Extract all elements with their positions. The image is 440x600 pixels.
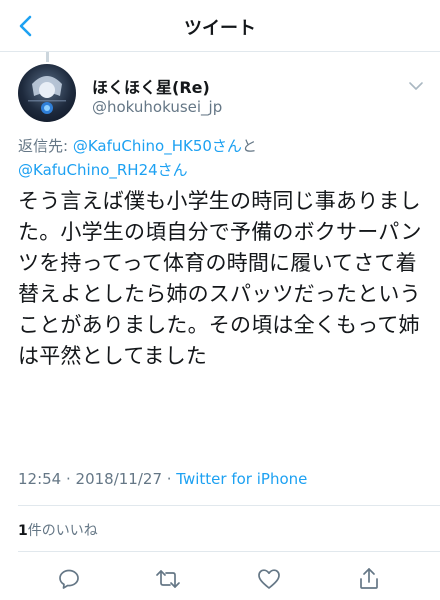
display-name[interactable]: ほくほく星(Re) bbox=[92, 74, 210, 98]
reply-to-line: 返信先: @KafuChino_HK50さんと @KafuChino_RH24さん bbox=[18, 134, 428, 182]
user-handle[interactable]: @hokuhokusei_jp bbox=[92, 98, 222, 116]
tweet-text: そう言えば僕も小学生の時同じ事ありました。小学生の頃自分で予備のボクサーパンツを… bbox=[18, 189, 422, 368]
likes-number: 1 bbox=[18, 523, 28, 539]
divider bbox=[18, 505, 440, 506]
likes-count[interactable]: 1件のいいね bbox=[18, 520, 98, 540]
reply-joiner: と bbox=[241, 137, 257, 155]
thread-connector-line bbox=[46, 52, 49, 62]
action-bar bbox=[0, 560, 440, 596]
reply-button[interactable] bbox=[54, 564, 84, 594]
like-icon bbox=[258, 569, 280, 589]
avatar-image bbox=[28, 76, 66, 114]
like-button[interactable] bbox=[254, 564, 284, 594]
share-button[interactable] bbox=[354, 564, 384, 594]
reply-prefix: 返信先: bbox=[18, 137, 73, 155]
timestamp: 12:54 · 2018/11/27 · bbox=[18, 470, 177, 488]
nav-header: ツイート bbox=[0, 0, 440, 52]
tweet-meta: 12:54 · 2018/11/27 · Twitter for iPhone bbox=[18, 470, 307, 488]
mention-link[interactable]: @KafuChino_RH24さん bbox=[18, 161, 188, 179]
avatar[interactable] bbox=[18, 64, 76, 122]
retweet-button[interactable] bbox=[153, 564, 183, 594]
divider bbox=[18, 551, 440, 552]
page-title: ツイート bbox=[184, 18, 256, 39]
source-link[interactable]: Twitter for iPhone bbox=[176, 470, 307, 488]
chevron-down-icon bbox=[409, 82, 423, 90]
mention-link[interactable]: @KafuChino_HK50さん bbox=[73, 137, 242, 155]
retweet-icon bbox=[156, 570, 180, 588]
share-icon bbox=[360, 568, 378, 589]
reply-icon bbox=[59, 569, 79, 589]
more-options-button[interactable] bbox=[404, 76, 428, 96]
likes-label: 件のいいね bbox=[27, 523, 98, 539]
